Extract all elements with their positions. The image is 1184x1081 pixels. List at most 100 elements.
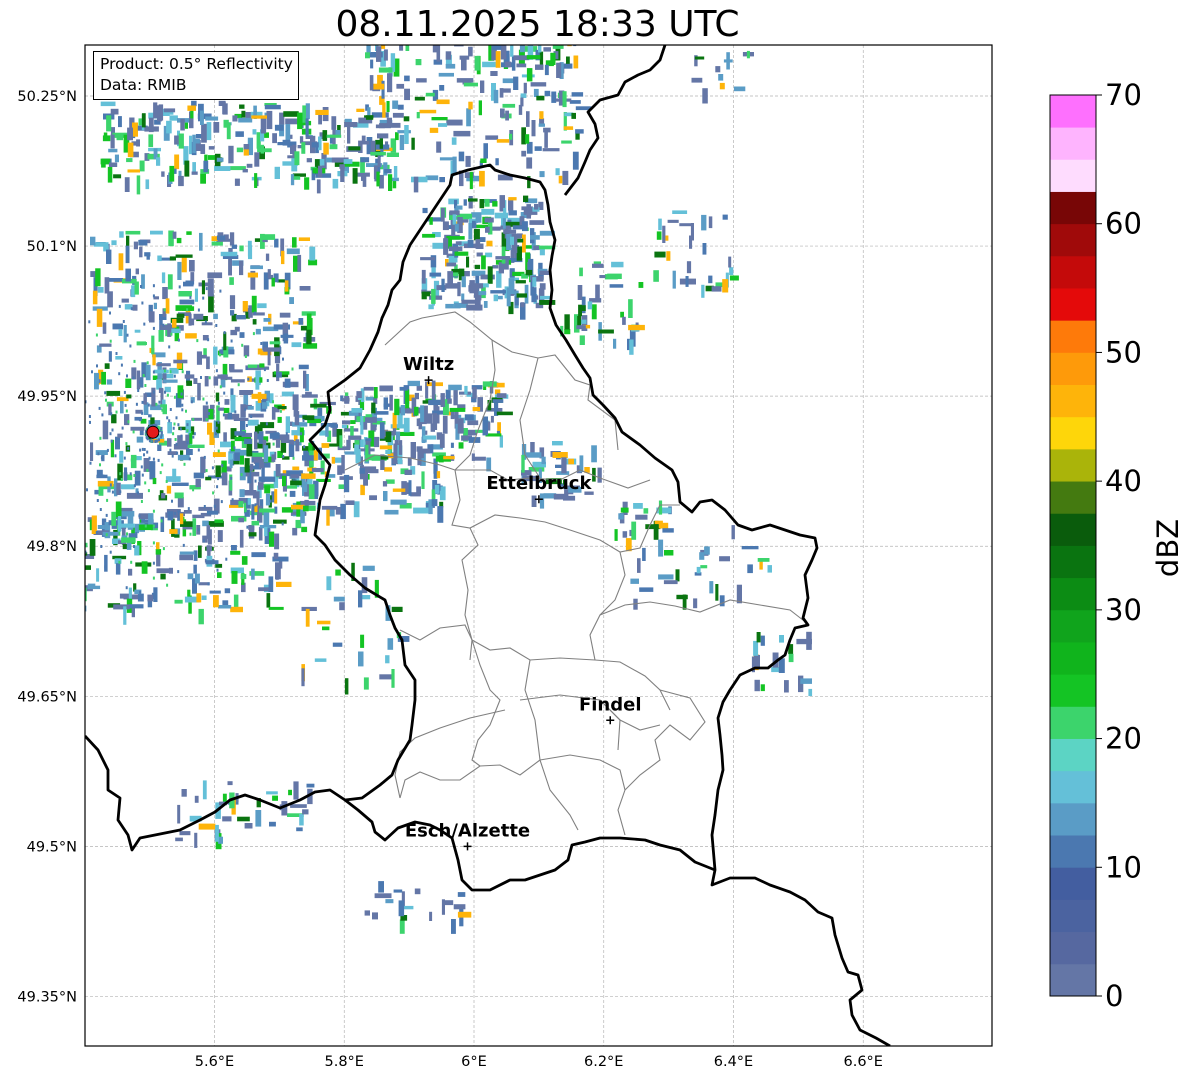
echo-pixel xyxy=(638,282,644,288)
echo-pixel xyxy=(784,680,789,693)
echo-pixel xyxy=(260,116,267,134)
echo-pixel xyxy=(696,566,701,574)
echo-pixel xyxy=(330,424,338,428)
echo-pixel xyxy=(295,439,300,452)
echo-pixel xyxy=(133,359,136,363)
echo-pixel xyxy=(694,56,705,60)
echo-pixel xyxy=(597,467,602,483)
echo-pixel xyxy=(218,605,232,609)
echo-pixel xyxy=(620,507,629,513)
echo-pixel xyxy=(457,418,464,434)
echo-pixel xyxy=(221,464,224,468)
echo-pixel xyxy=(186,231,192,235)
echo-pixel xyxy=(158,104,164,121)
echo-pixel xyxy=(366,115,374,120)
echo-pixel xyxy=(398,900,405,917)
echo-pixel xyxy=(179,513,184,525)
echo-pixel xyxy=(208,146,215,150)
echo-pixel xyxy=(61,379,63,382)
echo-pixel xyxy=(542,148,560,152)
echo-pixel xyxy=(97,525,105,529)
echo-pixel xyxy=(168,567,173,574)
echo-pixel xyxy=(245,424,248,427)
echo-pixel xyxy=(290,444,293,448)
echo-pixel xyxy=(467,239,474,248)
echo-pixel xyxy=(416,112,420,119)
echo-pixel xyxy=(111,240,117,246)
echo-pixel xyxy=(96,568,100,582)
echo-pixel xyxy=(58,477,60,480)
echo-pixel xyxy=(120,484,135,490)
echo-pixel xyxy=(311,468,324,473)
echo-pixel xyxy=(139,590,141,594)
echo-pixel xyxy=(135,268,139,275)
echo-pixel xyxy=(394,398,400,416)
echo-pixel xyxy=(156,157,161,166)
echo-pixel xyxy=(7,379,9,382)
echo-pixel xyxy=(306,783,315,788)
echo-pixel xyxy=(128,587,132,599)
echo-pixel xyxy=(501,246,506,264)
echo-pixel xyxy=(205,560,219,565)
echo-pixel xyxy=(313,450,318,461)
echo-pixel xyxy=(341,455,345,474)
echo-pixel xyxy=(98,406,101,410)
echo-pixel xyxy=(104,565,107,569)
echo-pixel xyxy=(736,584,742,604)
echo-pixel xyxy=(383,397,388,410)
echo-pixel xyxy=(575,129,584,134)
echo-pixel xyxy=(228,258,232,276)
echo-pixel xyxy=(359,468,365,474)
echo-pixel xyxy=(207,278,214,297)
echo-pixel xyxy=(126,394,132,399)
echo-pixel xyxy=(233,417,249,421)
echo-pixel xyxy=(86,488,88,492)
echo-pixel xyxy=(112,323,123,330)
radar-map: Wiltz Ettelbruck Findel Esch/Alzette 5.6°E 5… xyxy=(7,44,993,1070)
echo-pixel xyxy=(275,438,280,448)
echo-pixel xyxy=(635,514,648,520)
echo-pixel xyxy=(254,431,258,450)
city-label: Esch/Alzette xyxy=(405,820,530,841)
echo-pixel xyxy=(434,485,440,494)
country-borders xyxy=(85,45,891,1046)
echo-pixel xyxy=(526,55,541,60)
echo-pixel xyxy=(620,311,624,318)
echo-pixel xyxy=(379,445,393,450)
echo-pixel xyxy=(376,171,380,187)
echo-pixel xyxy=(148,134,154,148)
echo-pixel xyxy=(101,371,106,385)
echo-pixel xyxy=(291,504,305,510)
echo-pixel xyxy=(178,291,192,297)
echo-pixel xyxy=(244,407,247,411)
echo-pixel xyxy=(539,171,545,178)
echo-pixel xyxy=(183,510,192,514)
echo-pixel xyxy=(666,251,671,261)
echo-pixel xyxy=(396,83,405,89)
echo-pixel xyxy=(90,442,94,461)
city-label: Ettelbruck xyxy=(486,473,592,494)
echo-pixel xyxy=(482,61,496,68)
echo-pixel xyxy=(111,428,114,432)
echo-pixel xyxy=(543,47,551,52)
echo-pixel xyxy=(448,384,462,391)
echo-pixel xyxy=(246,163,253,168)
echo-pixel xyxy=(158,400,161,404)
echo-pixel xyxy=(192,518,197,536)
echo-pixel xyxy=(177,385,184,399)
echo-pixel xyxy=(214,166,231,171)
echo-pixel xyxy=(711,286,722,292)
echo-pixel xyxy=(618,513,624,520)
echo-pixel xyxy=(288,789,292,796)
echo-pixel xyxy=(212,491,215,495)
echo-pixel xyxy=(282,455,285,458)
echo-pixel xyxy=(445,63,456,69)
echo-pixel xyxy=(192,134,196,154)
echo-pixel xyxy=(36,575,46,580)
echo-pixel xyxy=(301,473,316,479)
echo-pixel xyxy=(539,300,556,305)
canton-boundaries xyxy=(344,311,809,836)
echo-pixel xyxy=(485,252,493,258)
echo-pixel xyxy=(187,105,196,111)
echo-pixel xyxy=(124,414,130,426)
